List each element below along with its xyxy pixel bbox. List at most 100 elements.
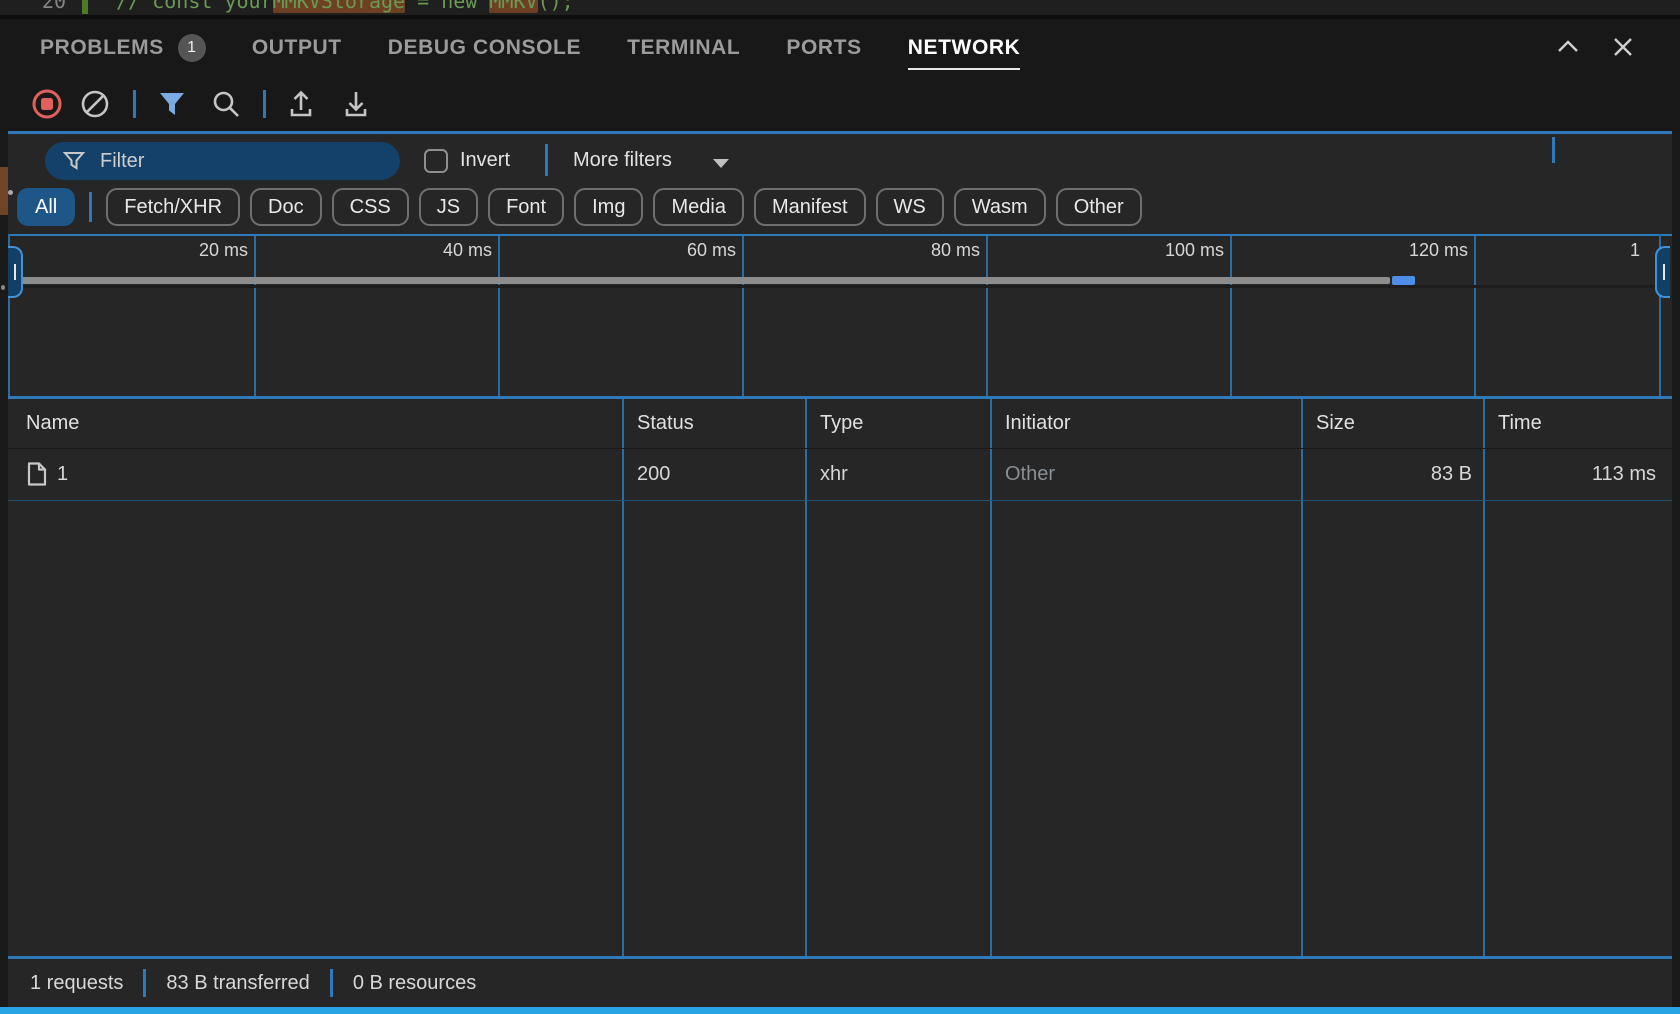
chip-css[interactable]: CSS — [332, 188, 409, 226]
edge-dot — [1, 285, 5, 290]
timeline-row-gap — [10, 285, 1660, 288]
filter-input[interactable]: Filter — [45, 142, 400, 180]
chip-fetch-xhr-label: Fetch/XHR — [124, 196, 222, 219]
tab-ports[interactable]: PORTS — [786, 19, 861, 76]
chip-js[interactable]: JS — [419, 188, 478, 226]
cell-name: 1 — [57, 463, 68, 486]
tab-terminal[interactable]: TERMINAL — [627, 19, 740, 76]
filter-row-divider — [545, 144, 548, 176]
timeline-gridline-80ms — [986, 236, 988, 396]
toolbar-divider — [133, 90, 136, 118]
timeline-gridline-20ms — [254, 236, 256, 396]
chip-other-label: Other — [1074, 196, 1124, 219]
overview-total-bar — [13, 277, 1390, 284]
chip-font-label: Font — [506, 196, 546, 219]
code-comment-suffix: (); — [538, 0, 574, 13]
code-comment-prefix: // const your — [116, 0, 273, 13]
line-number: 20 — [42, 0, 66, 13]
chip-manifest[interactable]: Manifest — [754, 188, 866, 226]
transferred-size: 83 B transferred — [166, 972, 309, 995]
chip-media-label: Media — [671, 196, 725, 219]
invert-checkbox[interactable] — [424, 149, 448, 173]
panel-top-border — [8, 131, 1672, 134]
minimap-dot — [8, 190, 13, 195]
timeline-gridline-120ms — [1474, 236, 1476, 396]
chip-ws[interactable]: WS — [876, 188, 944, 226]
tick-80ms: 80 ms — [860, 240, 980, 261]
more-filters-button[interactable]: More filters — [573, 149, 672, 172]
overview-right-handle[interactable] — [1655, 246, 1670, 298]
editor-code-sliver: 20 // const yourMMKVStorage = new MMKV(); — [0, 0, 1680, 15]
chip-doc-label: Doc — [268, 196, 304, 219]
handle-grip — [14, 264, 16, 280]
problems-count-badge: 1 — [178, 34, 206, 62]
vscode-panel-region: 20 // const yourMMKVStorage = new MMKV();… — [0, 0, 1680, 1014]
chip-manifest-label: Manifest — [772, 196, 848, 219]
tab-terminal-label: TERMINAL — [627, 36, 740, 60]
network-panel — [8, 133, 1672, 1007]
chip-img-label: Img — [592, 196, 625, 219]
maximize-panel-icon[interactable] — [1553, 34, 1583, 60]
tab-problems-label: PROBLEMS — [40, 36, 164, 60]
chip-js-label: JS — [437, 196, 460, 219]
overview-left-handle[interactable] — [8, 246, 23, 298]
chip-img[interactable]: Img — [574, 188, 643, 226]
chip-all[interactable]: All — [17, 188, 75, 226]
cell-status: 200 — [637, 463, 670, 486]
column-header-size[interactable]: Size — [1316, 412, 1355, 435]
record-stop-icon[interactable] — [29, 86, 65, 122]
code-line: 20 // const yourMMKVStorage = new MMKV(); — [0, 0, 574, 14]
code-highlight-1: MMKVStorage — [273, 0, 405, 13]
tab-debug-console[interactable]: DEBUG CONSOLE — [388, 19, 581, 76]
search-icon[interactable] — [208, 86, 244, 122]
chevron-down-icon[interactable] — [712, 158, 730, 170]
chip-css-label: CSS — [350, 196, 391, 219]
more-filters-label: More filters — [573, 149, 672, 171]
chip-other[interactable]: Other — [1056, 188, 1142, 226]
tab-network[interactable]: NETWORK — [908, 19, 1021, 76]
cell-initiator: Other — [1005, 463, 1055, 486]
chip-ws-label: WS — [894, 196, 926, 219]
import-har-icon[interactable] — [283, 86, 319, 122]
tab-output-label: OUTPUT — [252, 36, 342, 60]
network-status-bar: 1 requests 83 B transferred 0 B resource… — [8, 959, 1672, 1007]
resources-size: 0 B resources — [353, 972, 476, 995]
cell-type: xhr — [820, 463, 848, 486]
chip-doc[interactable]: Doc — [250, 188, 322, 226]
tick-20ms: 20 ms — [128, 240, 248, 261]
tick-100ms: 100 ms — [1104, 240, 1224, 261]
export-har-icon[interactable] — [338, 86, 374, 122]
chip-wasm[interactable]: Wasm — [954, 188, 1046, 226]
tab-output[interactable]: OUTPUT — [252, 19, 342, 76]
code-highlight-2: MMKV — [489, 0, 537, 13]
document-icon — [26, 461, 48, 487]
invert-label: Invert — [460, 149, 510, 172]
table-row-separator — [8, 500, 1672, 501]
clear-block-icon[interactable] — [77, 86, 113, 122]
minimap-highlight-sliver — [0, 167, 8, 215]
column-header-status[interactable]: Status — [637, 412, 694, 435]
tab-debug-console-label: DEBUG CONSOLE — [388, 36, 581, 60]
git-gutter-indicator — [82, 0, 88, 14]
cell-size: 83 B — [1302, 463, 1472, 486]
column-header-initiator[interactable]: Initiator — [1005, 412, 1071, 435]
tick-140ms-partial: 1 — [1530, 240, 1640, 261]
tab-problems[interactable]: PROBLEMS 1 — [40, 19, 206, 76]
timeline-top-border — [8, 234, 1672, 236]
chip-font[interactable]: Font — [488, 188, 564, 226]
column-header-time[interactable]: Time — [1498, 412, 1542, 435]
chip-separator — [89, 192, 92, 222]
statusbar-divider-2 — [330, 969, 333, 997]
scrollbar-tick — [1552, 137, 1555, 163]
cell-time: 113 ms — [1484, 463, 1656, 486]
chip-fetch-xhr[interactable]: Fetch/XHR — [106, 188, 240, 226]
close-panel-icon[interactable] — [1608, 34, 1638, 60]
column-header-name[interactable]: Name — [26, 412, 79, 435]
chip-wasm-label: Wasm — [972, 196, 1028, 219]
column-header-type[interactable]: Type — [820, 412, 863, 435]
tick-40ms: 40 ms — [372, 240, 492, 261]
funnel-icon[interactable] — [154, 86, 190, 122]
chip-all-label: All — [35, 196, 57, 219]
code-comment-mid: = new — [405, 0, 489, 13]
chip-media[interactable]: Media — [653, 188, 743, 226]
